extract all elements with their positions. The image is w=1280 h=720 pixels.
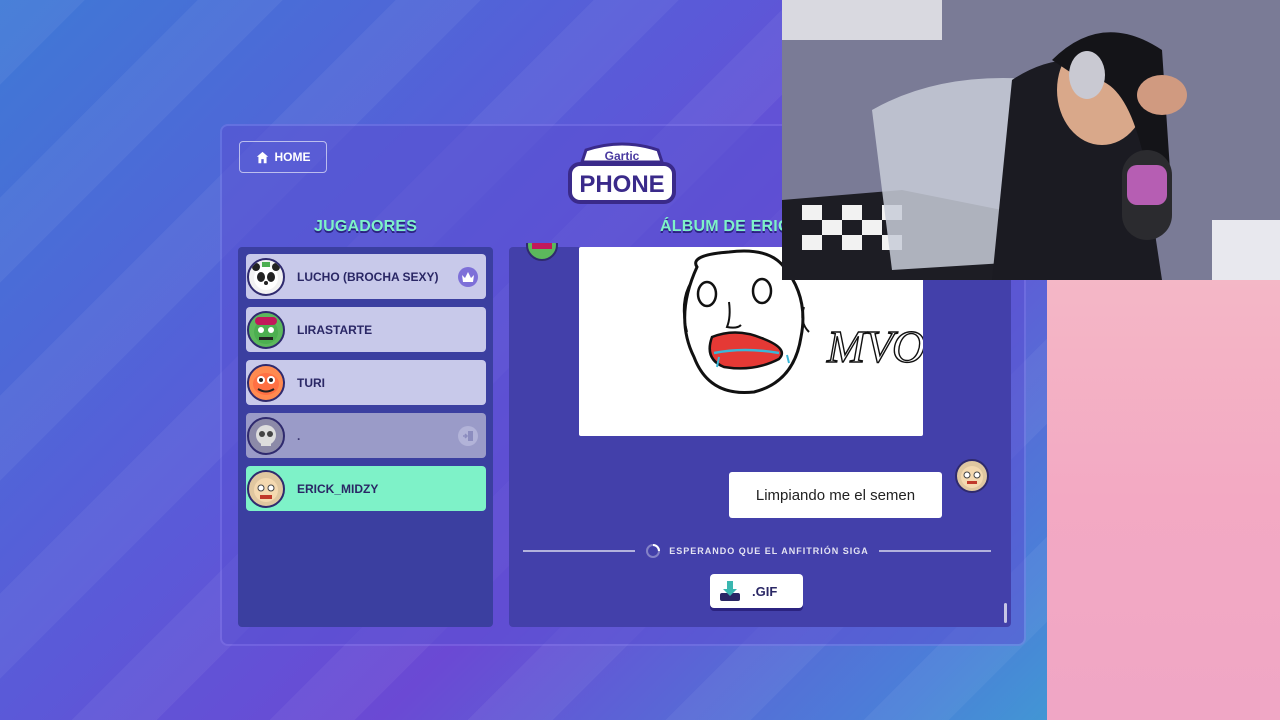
album-scrollbar[interactable] [1004,603,1007,623]
skull-avatar-icon [247,416,285,455]
fish-avatar-icon [247,363,285,402]
guess-message: Limpiando me el semen [729,472,942,518]
exit-icon [458,425,478,446]
home-button[interactable]: HOME [239,141,327,173]
monster-avatar-icon [247,310,285,349]
home-label: HOME [274,150,311,164]
face-avatar-icon [247,469,285,508]
download-icon [720,581,740,601]
guesser-avatar-icon [955,459,989,493]
player-row[interactable]: TURI [246,360,486,405]
loading-spinner-icon [646,544,661,558]
home-icon [256,151,268,163]
waiting-indicator: ESPERANDO QUE EL ANFITRIÓN SIGA [523,541,991,561]
player-row[interactable]: LIRASTARTE [246,307,486,352]
player-row[interactable]: LUCHO (BROCHA SEXY) [246,254,486,299]
players-title: JUGADORES [314,218,418,235]
player-row-disconnected[interactable]: . [246,413,486,458]
players-panel: LUCHO (BROCHA SEXY) LIRASTARTE TURI . ER… [238,247,493,627]
player-name: TURI [297,375,325,390]
player-name: . [297,428,301,443]
webcam-feed [782,0,1280,280]
player-row-active[interactable]: ERICK_MIDZY [246,466,486,511]
divider-right [878,550,991,552]
logo-top-text: Gartic [605,149,640,163]
album-title: ÁLBUM DE ERIC [660,218,790,235]
waiting-text: ESPERANDO QUE EL ANFITRIÓN SIGA [669,546,869,556]
author-avatar-icon [526,243,558,263]
player-name: LIRASTARTE [297,322,373,337]
player-name: LUCHO (BROCHA SEXY) [297,269,439,284]
stream-overlay-panel [1047,280,1280,720]
player-name: ERICK_MIDZY [297,481,379,496]
drawing-text: MVO [826,321,923,372]
panda-avatar-icon [247,257,285,296]
divider-left [523,550,636,552]
crown-icon [458,266,478,287]
download-gif-button[interactable]: .GIF [710,574,803,608]
gif-label: .GIF [752,583,778,599]
logo-bottom-text: PHONE [579,171,664,198]
gartic-phone-logo: Gartic PHONE [566,140,678,208]
